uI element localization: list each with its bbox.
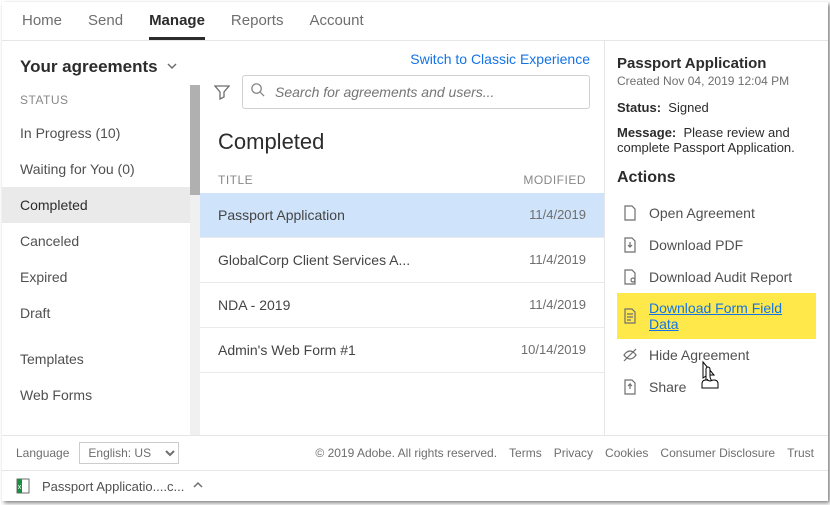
footer-terms[interactable]: Terms xyxy=(509,446,542,460)
audit-icon xyxy=(621,268,639,286)
status-in-progress[interactable]: In Progress (10) xyxy=(2,115,190,151)
form-data-icon xyxy=(621,307,639,325)
status-completed[interactable]: Completed xyxy=(2,187,190,223)
language-select[interactable]: English: US xyxy=(79,442,179,464)
row-title: Passport Application xyxy=(218,207,529,223)
search-box xyxy=(242,75,590,109)
footer-cookies[interactable]: Cookies xyxy=(605,446,648,460)
filter-icon[interactable] xyxy=(214,84,230,100)
footer-privacy[interactable]: Privacy xyxy=(554,446,593,460)
action-open-agreement[interactable]: Open Agreement xyxy=(617,197,816,229)
nav-account[interactable]: Account xyxy=(309,12,363,40)
status-caption: STATUS xyxy=(2,85,190,115)
switch-classic-link[interactable]: Switch to Classic Experience xyxy=(410,51,590,67)
chevron-down-icon xyxy=(166,60,178,75)
detail-message: Message: Please review and complete Pass… xyxy=(617,125,816,155)
detail-panel: Passport Application Created Nov 04, 201… xyxy=(604,41,828,435)
table-row[interactable]: GlobalCorp Client Services A... 11/4/201… xyxy=(200,238,604,283)
table-header: TITLE MODIFIED xyxy=(200,163,604,193)
status-expired[interactable]: Expired xyxy=(2,259,190,295)
action-download-audit[interactable]: Download Audit Report xyxy=(617,261,816,293)
sidebar-web-forms[interactable]: Web Forms xyxy=(2,377,190,413)
table-row[interactable]: Passport Application 11/4/2019 xyxy=(200,193,604,238)
search-input[interactable] xyxy=(242,75,590,109)
actions-header: Actions xyxy=(617,169,816,187)
footer-trust[interactable]: Trust xyxy=(787,446,814,460)
main-heading: Completed xyxy=(200,123,604,163)
status-draft[interactable]: Draft xyxy=(2,295,190,331)
sidebar: Your agreements STATUS In Progress (10) … xyxy=(2,41,200,435)
table-row[interactable]: Admin's Web Form #1 10/14/2019 xyxy=(200,328,604,373)
row-modified: 11/4/2019 xyxy=(529,297,586,313)
footer-consumer-disclosure[interactable]: Consumer Disclosure xyxy=(660,446,775,460)
chevron-up-icon[interactable] xyxy=(192,479,204,494)
row-title: Admin's Web Form #1 xyxy=(218,342,521,358)
svg-text:x: x xyxy=(18,484,22,491)
sidebar-scrollbar[interactable] xyxy=(190,85,200,435)
row-title: NDA - 2019 xyxy=(218,297,529,313)
col-modified[interactable]: MODIFIED xyxy=(523,173,586,187)
action-share[interactable]: Share xyxy=(617,371,816,403)
sidebar-scroll-thumb[interactable] xyxy=(190,85,200,195)
download-filename[interactable]: Passport Applicatio....c... xyxy=(42,479,184,494)
sidebar-templates[interactable]: Templates xyxy=(2,341,190,377)
action-download-pdf[interactable]: Download PDF xyxy=(617,229,816,261)
col-title[interactable]: TITLE xyxy=(218,173,523,187)
nav-home[interactable]: Home xyxy=(22,12,62,40)
nav-send[interactable]: Send xyxy=(88,12,123,40)
agreements-header[interactable]: Your agreements xyxy=(2,41,200,85)
action-download-form-field-data[interactable]: Download Form Field Data xyxy=(617,293,816,339)
detail-title: Passport Application xyxy=(617,55,816,72)
download-icon xyxy=(621,236,639,254)
status-waiting[interactable]: Waiting for You (0) xyxy=(2,151,190,187)
nav-manage[interactable]: Manage xyxy=(149,12,205,40)
row-modified: 11/4/2019 xyxy=(529,252,586,268)
share-icon xyxy=(621,378,639,396)
file-icon xyxy=(621,204,639,222)
download-tray: x Passport Applicatio....c... xyxy=(2,470,828,501)
top-nav: Home Send Manage Reports Account xyxy=(2,2,828,41)
detail-created: Created Nov 04, 2019 12:04 PM xyxy=(617,74,816,88)
row-modified: 10/14/2019 xyxy=(521,342,586,358)
hide-icon xyxy=(621,346,639,364)
table-row[interactable]: NDA - 2019 11/4/2019 xyxy=(200,283,604,328)
footer-bar: Language English: US © 2019 Adobe. All r… xyxy=(2,435,828,470)
detail-status: Status: Signed xyxy=(617,100,816,115)
status-canceled[interactable]: Canceled xyxy=(2,223,190,259)
excel-file-icon: x xyxy=(16,477,34,495)
agreements-header-label: Your agreements xyxy=(20,57,158,77)
nav-reports[interactable]: Reports xyxy=(231,12,284,40)
search-icon xyxy=(250,82,265,102)
footer-copyright: © 2019 Adobe. All rights reserved. xyxy=(315,446,497,460)
row-modified: 11/4/2019 xyxy=(529,207,586,223)
main-panel: Switch to Classic Experience Completed T… xyxy=(200,41,604,435)
language-label: Language xyxy=(16,446,69,460)
action-hide-agreement[interactable]: Hide Agreement xyxy=(617,339,816,371)
row-title: GlobalCorp Client Services A... xyxy=(218,252,529,268)
